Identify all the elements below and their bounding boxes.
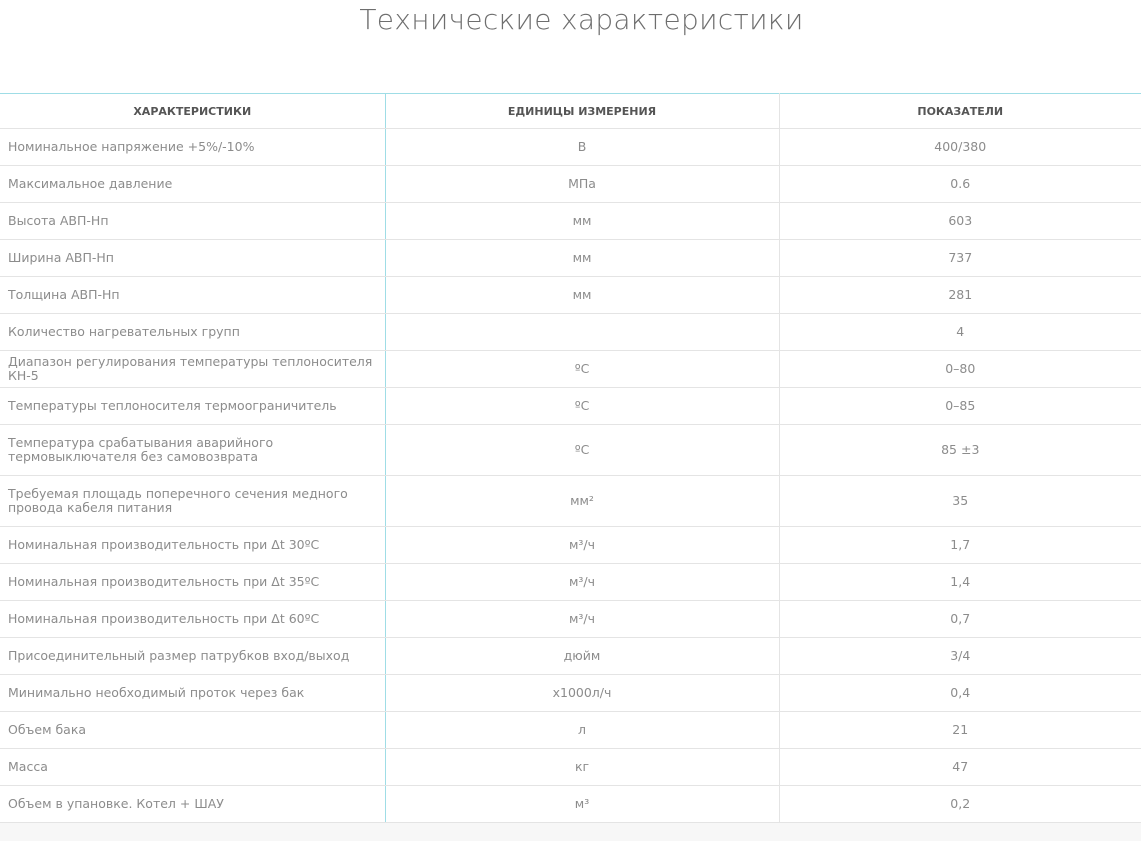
unit-cell: м³/ч <box>385 563 780 601</box>
characteristic-name: Температуры теплоносителя термоограничит… <box>0 387 386 425</box>
column-header-characteristics: ХАРАКТЕРИСТИКИ <box>0 93 386 129</box>
table-row: Номинальная производительность при Δt 60… <box>0 600 1141 638</box>
characteristic-name: Ширина АВП-Нп <box>0 239 386 277</box>
unit-cell: мм <box>385 276 780 314</box>
table-row: Масса кг 47 <box>0 748 1141 786</box>
table-row: Номинальное напряжение +5%/-10% В 400/38… <box>0 128 1141 166</box>
characteristic-name: Номинальная производительность при Δt 60… <box>0 600 386 638</box>
table-row: Максимальное давление МПа 0.6 <box>0 165 1141 203</box>
unit-cell <box>385 313 780 351</box>
value-cell: 1,7 <box>779 526 1141 564</box>
table-row: Требуемая площадь поперечного сечения ме… <box>0 475 1141 527</box>
table-row: Номинальная производительность при Δt 35… <box>0 563 1141 601</box>
table-row: Минимально необходимый проток через бак … <box>0 674 1141 712</box>
column-header-units: ЕДИНИЦЫ ИЗМЕРЕНИЯ <box>385 93 780 129</box>
value-cell: 47 <box>779 748 1141 786</box>
table-row: Высота АВП-Нп мм 603 <box>0 202 1141 240</box>
characteristic-name: Минимально необходимый проток через бак <box>0 674 386 712</box>
value-cell: 281 <box>779 276 1141 314</box>
unit-cell: ºС <box>385 424 780 476</box>
characteristic-name: Номинальное напряжение +5%/-10% <box>0 128 386 166</box>
unit-cell: л <box>385 711 780 749</box>
unit-cell: ºС <box>385 350 780 388</box>
characteristic-name: Объем в упановке. Котел + ШАУ <box>0 785 386 823</box>
unit-cell: мм <box>385 239 780 277</box>
unit-cell: В <box>385 128 780 166</box>
value-cell: 1,4 <box>779 563 1141 601</box>
table-header-row: ХАРАКТЕРИСТИКИ ЕДИНИЦЫ ИЗМЕРЕНИЯ ПОКАЗАТ… <box>0 93 1141 129</box>
unit-cell: мм² <box>385 475 780 527</box>
table-row: Ширина АВП-Нп мм 737 <box>0 239 1141 277</box>
specifications-table: ХАРАКТЕРИСТИКИ ЕДИНИЦЫ ИЗМЕРЕНИЯ ПОКАЗАТ… <box>0 93 1141 823</box>
characteristic-name: Требуемая площадь поперечного сечения ме… <box>0 475 386 527</box>
value-cell: 35 <box>779 475 1141 527</box>
table-row: Диапазон регулирования температуры тепло… <box>0 350 1141 388</box>
unit-cell: дюйм <box>385 637 780 675</box>
value-cell: 603 <box>779 202 1141 240</box>
unit-cell: ºС <box>385 387 780 425</box>
value-cell: 0,7 <box>779 600 1141 638</box>
page-title: Технические характеристики <box>359 3 804 36</box>
unit-cell: кг <box>385 748 780 786</box>
value-cell: 0,4 <box>779 674 1141 712</box>
characteristic-name: Диапазон регулирования температуры тепло… <box>0 350 386 388</box>
characteristic-name: Номинальная производительность при Δt 30… <box>0 526 386 564</box>
table-row: Температура срабатывания аварийного терм… <box>0 424 1141 476</box>
characteristic-name: Присоединительный размер патрубков вход/… <box>0 637 386 675</box>
value-cell: 0.6 <box>779 165 1141 203</box>
value-cell: 737 <box>779 239 1141 277</box>
value-cell: 4 <box>779 313 1141 351</box>
table-row: Номинальная производительность при Δt 30… <box>0 526 1141 564</box>
characteristic-name: Температура срабатывания аварийного терм… <box>0 424 386 476</box>
value-cell: 85 ±3 <box>779 424 1141 476</box>
unit-cell: м³/ч <box>385 600 780 638</box>
characteristic-name: Количество нагревательных групп <box>0 313 386 351</box>
value-cell: 0,2 <box>779 785 1141 823</box>
characteristic-name: Объем бака <box>0 711 386 749</box>
characteristic-name: Толщина АВП-Нп <box>0 276 386 314</box>
characteristic-name: Максимальное давление <box>0 165 386 203</box>
table-row: Присоединительный размер патрубков вход/… <box>0 637 1141 675</box>
table-row: Температуры теплоносителя термоограничит… <box>0 387 1141 425</box>
unit-cell: мм <box>385 202 780 240</box>
characteristic-name: Номинальная производительность при Δt 35… <box>0 563 386 601</box>
unit-cell: м³/ч <box>385 526 780 564</box>
value-cell: 0–85 <box>779 387 1141 425</box>
characteristic-name: Масса <box>0 748 386 786</box>
table-row: Объем бака л 21 <box>0 711 1141 749</box>
table-row: Толщина АВП-Нп мм 281 <box>0 276 1141 314</box>
unit-cell: м³ <box>385 785 780 823</box>
value-cell: 3/4 <box>779 637 1141 675</box>
value-cell: 21 <box>779 711 1141 749</box>
unit-cell: х1000л/ч <box>385 674 780 712</box>
table-row: Количество нагревательных групп 4 <box>0 313 1141 351</box>
value-cell: 0–80 <box>779 350 1141 388</box>
unit-cell: МПа <box>385 165 780 203</box>
footer-strip <box>0 823 1141 841</box>
column-header-values: ПОКАЗАТЕЛИ <box>779 93 1141 129</box>
characteristic-name: Высота АВП-Нп <box>0 202 386 240</box>
table-row: Объем в упановке. Котел + ШАУ м³ 0,2 <box>0 785 1141 823</box>
value-cell: 400/380 <box>779 128 1141 166</box>
